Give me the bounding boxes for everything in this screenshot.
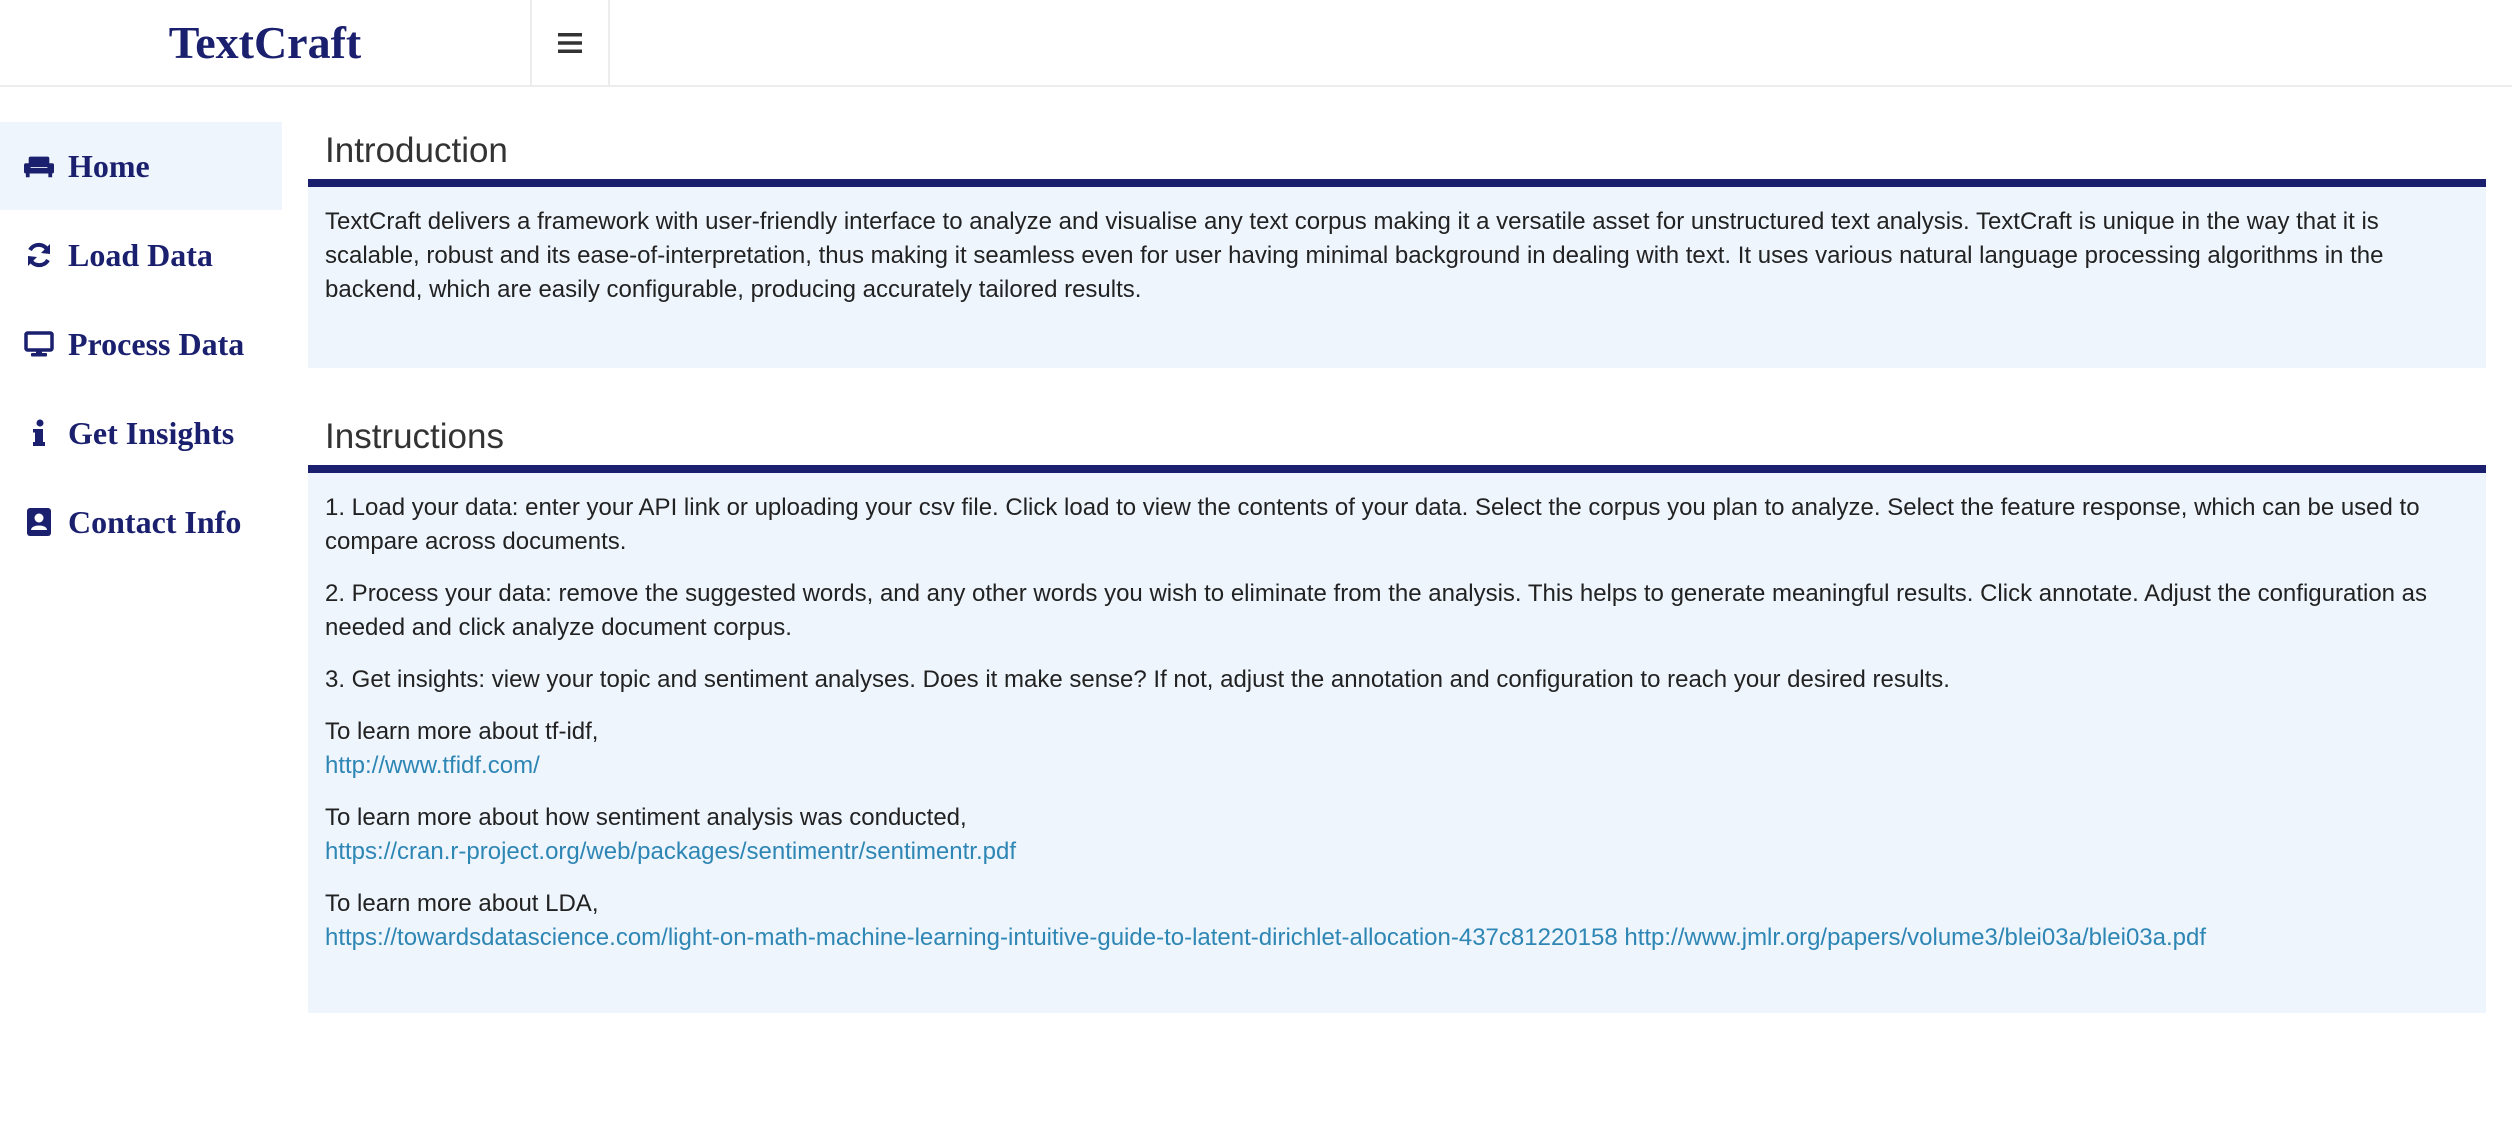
instructions-body: 1. Load your data: enter your API link o… <box>308 473 2486 971</box>
sidebar-item-label: Contact Info <box>68 503 242 540</box>
instructions-title: Instructions <box>308 408 2486 473</box>
introduction-body: TextCraft delivers a framework with user… <box>308 187 2486 323</box>
sidebar-toggle-button[interactable] <box>530 0 610 85</box>
introduction-title: Introduction <box>308 122 2486 187</box>
sentiment-link[interactable]: https://cran.r-project.org/web/packages/… <box>325 838 1016 865</box>
sidebar-item-label: Process Data <box>68 325 245 362</box>
sidebar: Home Load Data Process Data Get Insights… <box>0 122 282 567</box>
contact-card-icon <box>24 507 54 537</box>
sofa-icon <box>24 151 54 181</box>
sidebar-item-process-data[interactable]: Process Data <box>0 300 282 388</box>
sidebar-item-get-insights[interactable]: Get Insights <box>0 389 282 477</box>
sentiment-reference: To learn more about how sentiment analys… <box>325 801 2469 869</box>
instruction-step-2: 2. Process your data: remove the suggest… <box>325 580 2428 641</box>
sidebar-item-label: Get Insights <box>68 414 235 451</box>
sidebar-item-contact-info[interactable]: Contact Info <box>0 478 282 566</box>
tfidf-reference: To learn more about tf-idf, http://www.t… <box>325 715 2469 783</box>
sidebar-item-load-data[interactable]: Load Data <box>0 211 282 299</box>
hamburger-menu-icon <box>558 32 582 54</box>
lda-link-towardsdatascience[interactable]: https://towardsdatascience.com/light-on-… <box>325 924 1618 951</box>
top-bar: TextCraft <box>0 0 2512 87</box>
instruction-step-1: 1. Load your data: enter your API link o… <box>325 494 2420 555</box>
lda-label: To learn more about LDA, <box>325 890 599 917</box>
tfidf-label: To learn more about tf-idf, <box>325 718 599 745</box>
sidebar-item-home[interactable]: Home <box>0 122 282 210</box>
introduction-text: TextCraft delivers a framework with user… <box>325 208 2384 303</box>
desktop-icon <box>24 329 54 359</box>
lda-link-jmlr[interactable]: http://www.jmlr.org/papers/volume3/blei0… <box>1624 924 2206 951</box>
instruction-step-3: 3. Get insights: view your topic and sen… <box>325 666 1950 693</box>
brand-logo[interactable]: TextCraft <box>0 0 530 85</box>
sidebar-item-label: Home <box>68 147 150 184</box>
refresh-icon <box>24 240 54 270</box>
lda-reference: To learn more about LDA, https://towards… <box>325 887 2469 955</box>
sidebar-item-label: Load Data <box>68 236 213 273</box>
info-icon <box>24 418 54 448</box>
introduction-panel: Introduction TextCraft delivers a framew… <box>308 122 2486 368</box>
tfidf-link[interactable]: http://www.tfidf.com/ <box>325 752 540 779</box>
instructions-panel: Instructions 1. Load your data: enter yo… <box>308 408 2486 1013</box>
sentiment-label: To learn more about how sentiment analys… <box>325 804 967 831</box>
